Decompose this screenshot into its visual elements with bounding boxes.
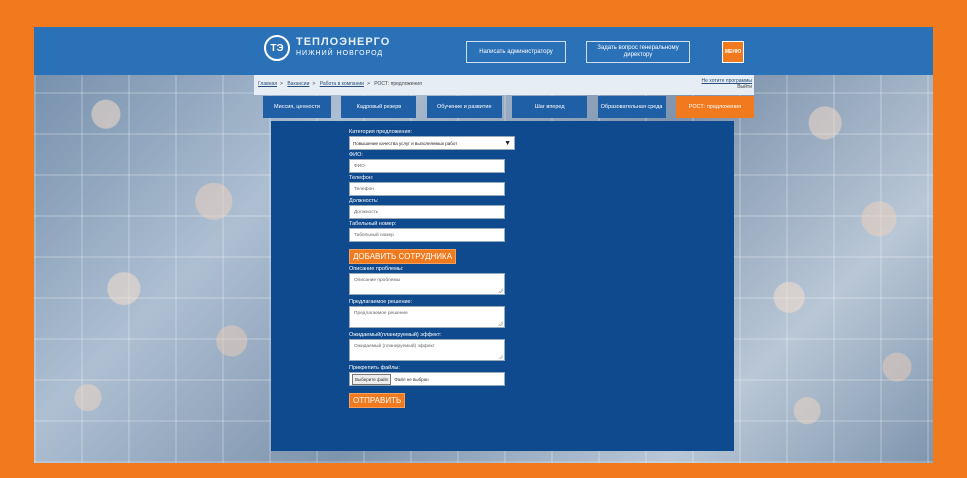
submit-button[interactable]: ОТПРАВИТЬ — [349, 393, 406, 408]
write-admin-button[interactable]: Написать администратору — [466, 41, 566, 63]
category-label: Категория предложения: — [349, 129, 413, 135]
phone-label: Телефон: — [349, 175, 374, 181]
file-input[interactable]: Выберите файл Файл не выбран — [349, 372, 505, 386]
breadcrumb-item-home[interactable]: Главная — [258, 81, 277, 87]
position-input[interactable]: Должность — [349, 205, 505, 219]
tab-training[interactable]: Обучение и развитие — [426, 96, 502, 118]
tab-reserve[interactable]: Кадровый резерв — [341, 96, 417, 118]
tab-number-input[interactable]: Табельный номер — [349, 228, 505, 242]
proposal-form: Категория предложения: Повышение качеств… — [349, 127, 515, 408]
logo-subtitle: НИЖНИЙ НОВГОРОД — [296, 50, 384, 57]
breadcrumb-separator: > — [366, 81, 370, 87]
breadcrumb-separator: > — [312, 81, 316, 87]
category-select-value: Повышение качества услуг и выполняемых р… — [353, 140, 458, 146]
logo-mark-icon: ТЭ — [264, 35, 290, 61]
logo-title: ТЕПЛОЭНЕРГО — [296, 36, 391, 48]
logout-link[interactable]: Выйти — [701, 84, 752, 90]
section-tabs: Миссия, ценности Кадровый резерв Обучени… — [263, 96, 754, 118]
breadcrumb-item-current: РОСТ: предложения — [374, 81, 422, 87]
solution-textarea[interactable]: Предлагаемое решение — [349, 306, 505, 328]
position-label: Должность: — [349, 198, 379, 204]
user-links: Не хотите программы Выйти — [701, 78, 752, 90]
ask-director-button[interactable]: Задать вопрос генеральному директору — [586, 41, 690, 63]
breadcrumb-item-work[interactable]: Работа в компании — [320, 81, 364, 87]
effect-textarea[interactable]: Ожидаемый (планируемый) эффект — [349, 339, 505, 361]
tab-education[interactable]: Образовательная среда — [597, 96, 666, 118]
logo-text: ТЕПЛОЭНЕРГО НИЖНИЙ НОВГОРОД — [296, 37, 390, 59]
problem-textarea[interactable]: Описание проблемы — [349, 273, 505, 295]
tab-number-label: Табельный номер: — [349, 221, 397, 227]
tab-mission[interactable]: Миссия, ценности — [263, 96, 331, 118]
breadcrumb-separator: > — [280, 81, 283, 87]
browser-viewport: ТЭ ТЕПЛОЭНЕРГО НИЖНИЙ НОВГОРОД Написать … — [34, 27, 933, 463]
breadcrumb: Главная > Вакансии > Работа в компании > РО… — [258, 81, 425, 87]
breadcrumb-item-vacancies[interactable]: Вакансии — [287, 81, 309, 87]
phone-input[interactable]: Телефон — [349, 182, 505, 196]
solution-label: Предлагаемое решение: — [349, 299, 413, 305]
category-select[interactable]: Повышение качества услуг и выполняемых р… — [349, 136, 515, 150]
menu-button[interactable]: МЕНЮ — [722, 41, 744, 63]
file-status: Файл не выбран — [394, 376, 429, 382]
site-logo[interactable]: ТЭ ТЕПЛОЭНЕРГО НИЖНИЙ НОВГОРОД — [264, 35, 390, 61]
problem-label: Описание проблемы: — [349, 266, 404, 272]
tab-rost-proposals[interactable]: РОСТ: предложения — [675, 96, 754, 118]
add-employee-button[interactable]: ДОБАВИТЬ СОТРУДНИКА — [349, 249, 457, 264]
site-header: ТЭ ТЕПЛОЭНЕРГО НИЖНИЙ НОВГОРОД Написать … — [34, 27, 933, 75]
breadcrumb-bar: Главная > Вакансии > Работа в компании > РО… — [254, 75, 754, 95]
tab-step-forward[interactable]: Шаг вперед — [512, 96, 588, 118]
chevron-down-icon: ▼ — [504, 139, 511, 147]
attach-label: Прикрепить файлы: — [349, 365, 400, 371]
choose-file-button[interactable]: Выберите файл — [352, 373, 392, 385]
effect-label: Ожидаемый(планируемый) эффект: — [349, 332, 442, 338]
fio-label: ФИО: — [349, 152, 363, 158]
proposal-form-panel: Категория предложения: Повышение качеств… — [271, 121, 734, 451]
fio-input[interactable]: ФИО — [349, 159, 505, 173]
